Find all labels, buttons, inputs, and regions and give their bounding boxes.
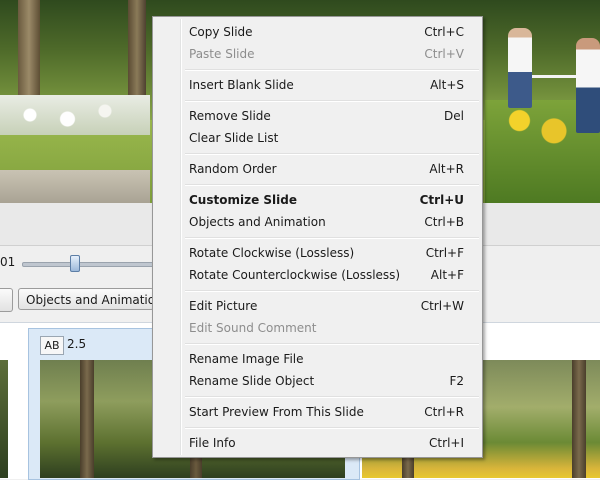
menu-item-shortcut: Ctrl+R [424,405,464,419]
menu-item-customize-slide[interactable]: Customize Slide Ctrl+U [155,189,480,211]
slider-thumb[interactable] [70,255,80,272]
objects-and-animation-button[interactable]: Objects and Animation [18,288,154,310]
menu-separator [185,184,479,186]
menu-separator [185,343,479,345]
menu-item-paste-slide: Paste Slide Ctrl+V [155,43,480,65]
menu-item-objects-and-animation[interactable]: Objects and Animation Ctrl+B [155,211,480,233]
menu-separator [185,396,479,398]
menu-item-shortcut: Ctrl+B [424,215,464,229]
menu-item-rename-slide-object[interactable]: Rename Slide Object F2 [155,370,480,392]
menu-item-edit-picture[interactable]: Edit Picture Ctrl+W [155,295,480,317]
menu-separator [185,153,479,155]
menu-item-label: Objects and Animation [189,215,326,229]
menu-item-edit-sound-comment: Edit Sound Comment [155,317,480,339]
person [508,28,532,108]
menu-item-rotate-counterclockwise[interactable]: Rotate Counterclockwise (Lossless) Alt+F [155,264,480,286]
menu-item-shortcut: Ctrl+U [419,193,464,207]
menu-item-start-preview[interactable]: Start Preview From This Slide Ctrl+R [155,401,480,423]
garden-path [0,170,150,203]
menu-separator [185,427,479,429]
menu-item-file-info[interactable]: File Info Ctrl+I [155,432,480,454]
person [576,38,600,133]
menu-item-label: Random Order [189,162,277,176]
menu-item-label: Copy Slide [189,25,253,39]
menu-item-label: Edit Picture [189,299,258,313]
menu-item-shortcut: Del [444,109,464,123]
tree-trunk [572,360,586,478]
menu-separator [185,100,479,102]
menu-separator [185,290,479,292]
slide-badge: AB [40,336,64,355]
menu-item-label: Edit Sound Comment [189,321,317,335]
menu-item-shortcut: Alt+R [429,162,464,176]
tree-trunk [80,360,94,478]
menu-item-shortcut: F2 [449,374,464,388]
menu-item-shortcut: Ctrl+W [420,299,464,313]
menu-item-shortcut: Ctrl+F [425,246,464,260]
slide-duration: 2.5 [67,337,87,351]
menu-item-insert-blank-slide[interactable]: Insert Blank Slide Alt+S [155,74,480,96]
menu-item-shortcut: Ctrl+V [424,47,464,61]
menu-item-label: Customize Slide [189,193,297,207]
menu-item-copy-slide[interactable]: Copy Slide Ctrl+C [155,21,480,43]
slide-thumbnail-prev[interactable] [0,360,8,478]
menu-item-shortcut: Ctrl+C [424,25,464,39]
menu-separator [185,69,479,71]
menu-separator [185,237,479,239]
flower-bed [0,95,150,135]
tree-trunk [18,0,40,105]
slider-value: 01 [0,255,16,269]
slider-track[interactable] [22,262,156,267]
toolbar-button[interactable] [0,288,13,312]
menu-item-remove-slide[interactable]: Remove Slide Del [155,105,480,127]
menu-item-label: Start Preview From This Slide [189,405,364,419]
menu-item-shortcut: Alt+F [430,268,464,282]
tree-trunk [128,0,146,100]
menu-item-label: Rotate Clockwise (Lossless) [189,246,355,260]
menu-item-label: Rename Slide Object [189,374,315,388]
menu-item-rotate-clockwise[interactable]: Rotate Clockwise (Lossless) Ctrl+F [155,242,480,264]
menu-item-random-order[interactable]: Random Order Alt+R [155,158,480,180]
menu-item-label: Paste Slide [189,47,255,61]
menu-item-shortcut: Alt+S [430,78,464,92]
menu-item-shortcut: Ctrl+I [429,436,464,450]
context-menu: Copy Slide Ctrl+C Paste Slide Ctrl+V Ins… [152,16,483,458]
menu-item-label: File Info [189,436,236,450]
menu-item-label: Rename Image File [189,352,304,366]
menu-item-label: Remove Slide [189,109,271,123]
menu-item-rename-image-file[interactable]: Rename Image File [155,348,480,370]
menu-item-clear-slide-list[interactable]: Clear Slide List [155,127,480,149]
menu-item-label: Rotate Counterclockwise (Lossless) [189,268,401,282]
menu-item-label: Clear Slide List [189,131,279,145]
menu-item-label: Insert Blank Slide [189,78,294,92]
